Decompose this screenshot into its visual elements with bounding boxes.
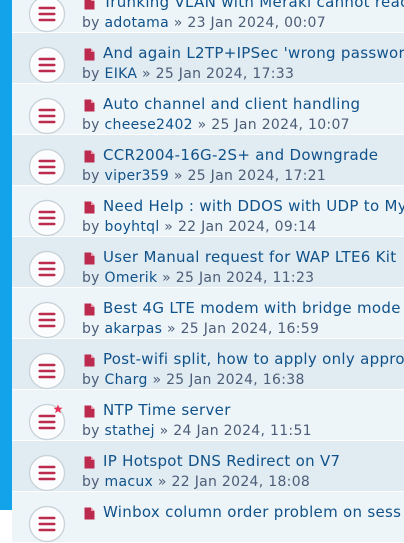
topic-date: 25 Jan 2024, 17:33 [155, 66, 295, 82]
topic-meta: by viper359 » 25 Jan 2024, 17:21 [82, 168, 326, 184]
by-label: by [82, 474, 100, 490]
topic-read-icon [28, 454, 66, 492]
topic-read-icon [28, 352, 66, 390]
topic-title-link[interactable]: Need Help : with DDOS with UDP to My [103, 197, 404, 215]
topic-date: 25 Jan 2024, 16:59 [180, 321, 320, 337]
meta-separator: » [173, 15, 183, 31]
post-document-icon[interactable] [84, 99, 95, 112]
topic-title-link[interactable]: Winbox column order problem on sess [103, 503, 401, 521]
topic-row[interactable]: And again L2TP+IPSec 'wrong password by E… [12, 33, 404, 84]
meta-separator: » [157, 474, 167, 490]
topic-list-view: Trunking VLAN with Meraki cannot reac by … [0, 0, 404, 543]
topic-author-link[interactable]: cheese2402 [105, 117, 193, 133]
by-label: by [82, 270, 100, 286]
topic-meta: by cheese2402 » 25 Jan 2024, 10:07 [82, 117, 350, 133]
meta-separator: » [152, 372, 162, 388]
topic-date: 24 Jan 2024, 11:51 [173, 423, 312, 439]
meta-separator: » [159, 423, 169, 439]
by-label: by [82, 219, 100, 235]
topic-date: 23 Jan 2024, 00:07 [187, 15, 326, 31]
topic-meta: by EIKA » 25 Jan 2024, 17:33 [82, 66, 294, 82]
topic-title-link[interactable]: CCR2004-16G-2S+ and Downgrade [103, 146, 378, 164]
by-label: by [82, 321, 100, 337]
topic-title-link[interactable]: Best 4G LTE modem with bridge mode s [103, 299, 404, 317]
meta-separator: » [164, 219, 174, 235]
meta-separator: » [162, 270, 172, 286]
topic-meta: by adotama » 23 Jan 2024, 00:07 [82, 15, 326, 31]
topic-author-link[interactable]: macux [105, 474, 154, 490]
topic-author-link[interactable]: akarpas [105, 321, 163, 337]
meta-separator: » [197, 117, 207, 133]
topic-author-link[interactable]: Charg [105, 372, 148, 388]
topic-title-link[interactable]: Post-wifi split, how to apply only appro [103, 350, 404, 368]
post-document-icon[interactable] [84, 507, 95, 520]
topic-author-link[interactable]: Omerik [105, 270, 158, 286]
topic-date: 22 Jan 2024, 09:14 [177, 219, 317, 235]
topic-title-link[interactable]: User Manual request for WAP LTE6 Kit [103, 248, 396, 266]
topic-read-icon [28, 301, 66, 339]
by-label: by [82, 66, 100, 82]
topic-date: 22 Jan 2024, 18:08 [171, 474, 311, 490]
topic-title-link[interactable]: And again L2TP+IPSec 'wrong password [103, 44, 404, 62]
topic-meta: by boyhtql » 22 Jan 2024, 09:14 [82, 219, 317, 235]
topic-date: 25 Jan 2024, 16:38 [166, 372, 305, 388]
topic-date: 25 Jan 2024, 11:23 [175, 270, 315, 286]
post-document-icon[interactable] [84, 405, 95, 418]
topic-row[interactable]: CCR2004-16G-2S+ and Downgrade by viper359… [12, 135, 404, 186]
post-document-icon[interactable] [84, 201, 95, 214]
topic-read-icon [28, 250, 66, 288]
topic-read-icon [28, 505, 66, 543]
meta-separator: » [166, 321, 176, 337]
topic-read-icon [28, 97, 66, 135]
meta-separator: » [142, 66, 151, 82]
forum-rail [0, 0, 12, 510]
topic-row[interactable]: Need Help : with DDOS with UDP to My by b… [12, 186, 404, 237]
post-document-icon[interactable] [84, 252, 95, 265]
post-document-icon[interactable] [84, 354, 95, 367]
topic-row[interactable]: Best 4G LTE modem with bridge mode s by a… [12, 288, 404, 339]
post-document-icon[interactable] [84, 48, 95, 61]
topic-author-link[interactable]: stathej [105, 423, 155, 439]
topic-meta: by stathej » 24 Jan 2024, 11:51 [82, 423, 312, 439]
topic-read-mine-icon [28, 403, 66, 441]
topic-row[interactable]: Winbox column order problem on sess [12, 492, 404, 543]
topic-author-link[interactable]: viper359 [105, 168, 170, 184]
post-document-icon[interactable] [84, 303, 95, 316]
post-document-icon[interactable] [84, 456, 95, 469]
topic-read-icon [28, 46, 66, 84]
topic-date: 25 Jan 2024, 17:21 [187, 168, 327, 184]
topic-list: Trunking VLAN with Meraki cannot reac by … [12, 0, 404, 543]
topic-title-link[interactable]: IP Hotspot DNS Redirect on V7 [103, 452, 340, 470]
topic-date: 25 Jan 2024, 10:07 [211, 117, 350, 133]
post-document-icon[interactable] [84, 150, 95, 163]
by-label: by [82, 117, 100, 133]
topic-row[interactable]: User Manual request for WAP LTE6 Kit by O… [12, 237, 404, 288]
topic-meta: by macux » 22 Jan 2024, 18:08 [82, 474, 310, 490]
by-label: by [82, 15, 100, 31]
topic-author-link[interactable]: adotama [105, 15, 169, 31]
topic-meta: by akarpas » 25 Jan 2024, 16:59 [82, 321, 319, 337]
topic-row[interactable]: Trunking VLAN with Meraki cannot reac by … [12, 0, 404, 33]
topic-read-icon [28, 199, 66, 237]
by-label: by [82, 372, 100, 388]
topic-title-link[interactable]: Trunking VLAN with Meraki cannot reac [103, 0, 404, 11]
topic-read-icon [28, 0, 66, 33]
topic-meta: by Charg » 25 Jan 2024, 16:38 [82, 372, 305, 388]
topic-author-link[interactable]: boyhtql [105, 219, 160, 235]
topic-meta: by Omerik » 25 Jan 2024, 11:23 [82, 270, 314, 286]
topic-row[interactable]: NTP Time server by stathej » 24 Jan 2024,… [12, 390, 404, 441]
topic-row[interactable]: IP Hotspot DNS Redirect on V7 by macux » … [12, 441, 404, 492]
topic-title-link[interactable]: Auto channel and client handling [103, 95, 360, 113]
by-label: by [82, 423, 100, 439]
topic-title-link[interactable]: NTP Time server [103, 401, 231, 419]
topic-author-link[interactable]: EIKA [105, 66, 138, 82]
meta-separator: » [173, 168, 183, 184]
by-label: by [82, 168, 100, 184]
topic-read-icon [28, 148, 66, 186]
post-document-icon[interactable] [84, 0, 95, 10]
topic-row[interactable]: Auto channel and client handling by chees… [12, 84, 404, 135]
topic-row[interactable]: Post-wifi split, how to apply only appro… [12, 339, 404, 390]
